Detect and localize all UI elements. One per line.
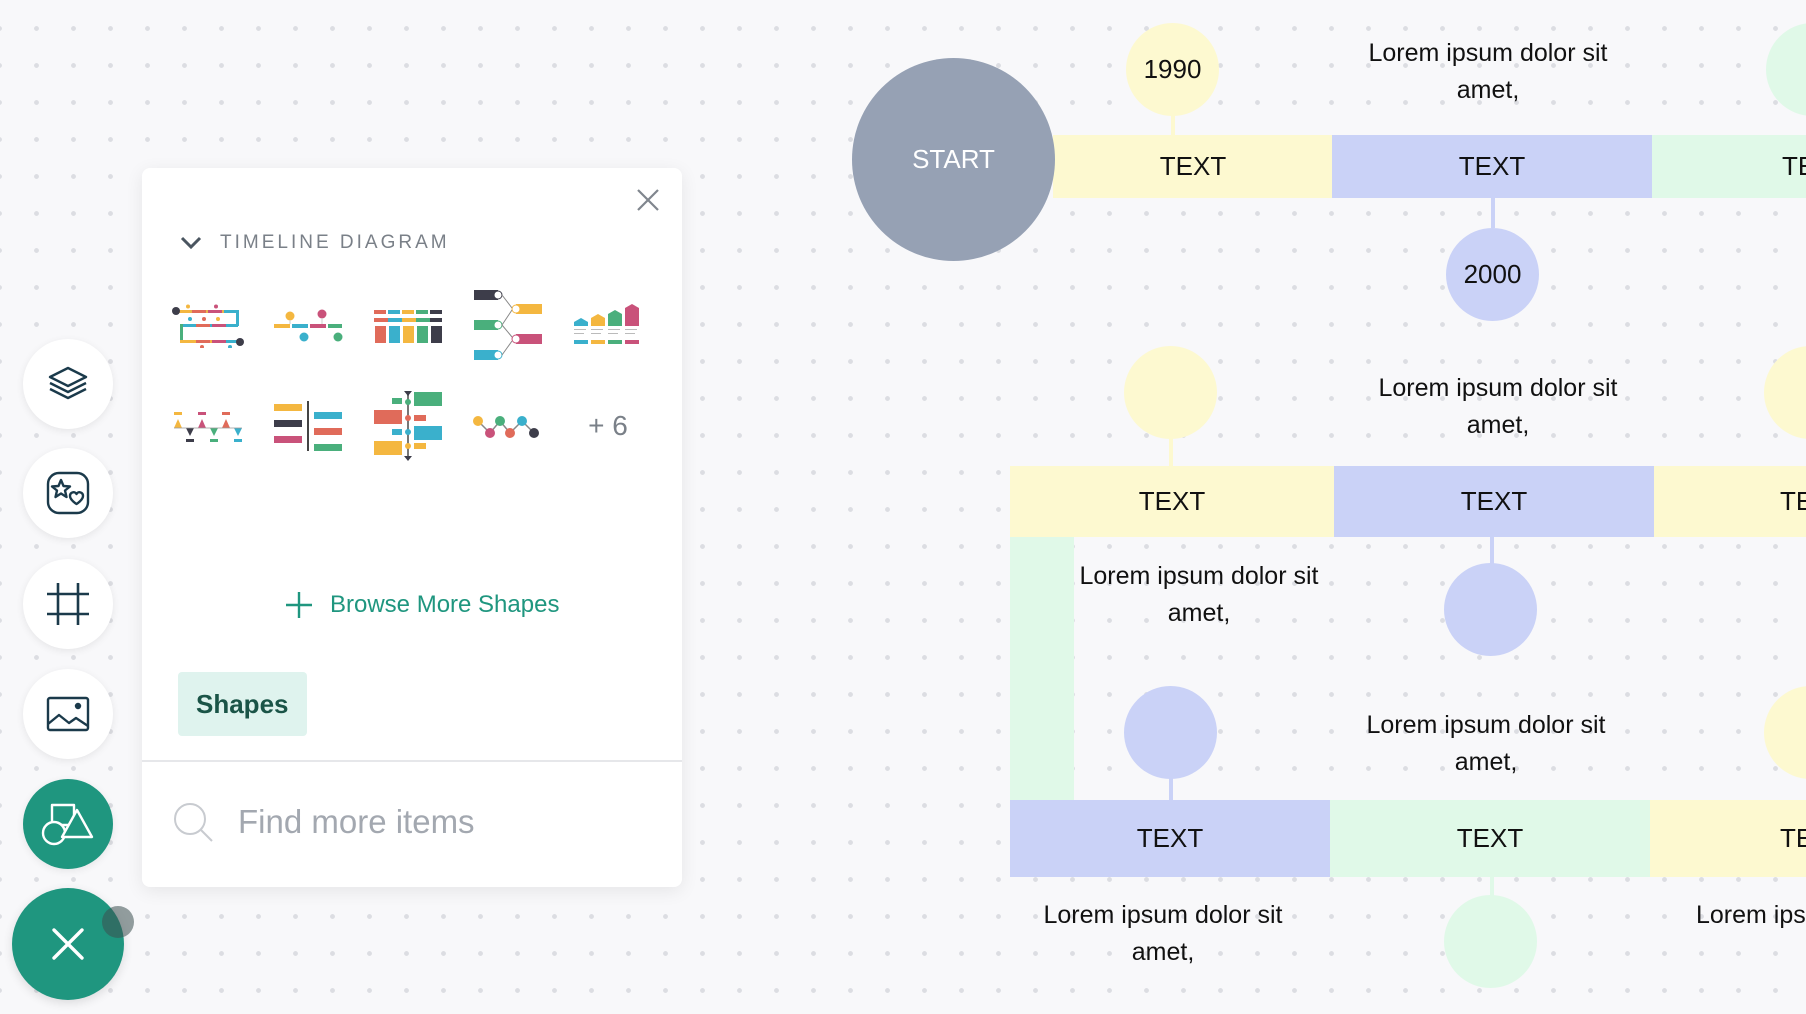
- bar-label: TE: [1780, 823, 1806, 853]
- year-circle-2000[interactable]: 2000: [1446, 228, 1539, 321]
- template-thumbnail[interactable]: [370, 288, 446, 364]
- year-circle-1990[interactable]: 1990: [1126, 23, 1219, 116]
- shapes-panel: TIMELINE DIAGRAM + 6 Browse More Shapes …: [142, 168, 682, 887]
- template-thumbnail[interactable]: [370, 380, 446, 472]
- layers-icon: [48, 366, 88, 400]
- browse-label: Browse More Shapes: [330, 591, 560, 618]
- row3-bar-2[interactable]: TEXT: [1330, 800, 1650, 877]
- template-thumbnail[interactable]: [570, 288, 646, 364]
- close-menu-button[interactable]: [12, 888, 124, 1000]
- vertical-timeline-icon: [374, 391, 442, 461]
- vertical-split-timeline-icon: [274, 401, 342, 451]
- close-panel-button[interactable]: [634, 186, 662, 214]
- template-thumbnail[interactable]: [170, 388, 246, 464]
- horizontal-timeline-icon: [274, 309, 343, 342]
- section-title: TIMELINE DIAGRAM: [220, 232, 450, 253]
- bar-timeline-icon: [574, 304, 639, 344]
- close-icon: [637, 189, 659, 211]
- timeline-circle[interactable]: [1124, 346, 1217, 439]
- connector: [1169, 438, 1173, 467]
- start-circle[interactable]: START: [852, 58, 1055, 261]
- description-text[interactable]: Lorem ipsum dolor sit amet,: [1338, 35, 1638, 109]
- frame-button[interactable]: [23, 559, 113, 649]
- row1-bar-1[interactable]: TEXT: [1053, 135, 1333, 198]
- row2-bar-1[interactable]: TEXT: [1010, 466, 1334, 537]
- connector: [1169, 778, 1173, 800]
- shapes-button[interactable]: [23, 779, 113, 869]
- template-thumbnail[interactable]: [270, 288, 346, 364]
- description-text: Lorem ips a: [1696, 901, 1806, 929]
- year-label: 2000: [1463, 259, 1522, 289]
- column-timeline-icon: [374, 310, 442, 343]
- bar-label: TEXT: [1136, 823, 1204, 853]
- bar-label: TE: [1782, 151, 1806, 181]
- shapes-icon: [41, 803, 94, 846]
- browse-more-shapes-link[interactable]: Browse More Shapes: [284, 590, 559, 620]
- branch-timeline-icon: [474, 290, 542, 360]
- connector: [1490, 537, 1494, 565]
- start-label: START: [912, 144, 995, 174]
- timeline-circle[interactable]: [1124, 686, 1217, 779]
- description-text[interactable]: Lorem ipsum dolor sit amet,: [1013, 897, 1313, 971]
- favorites-button[interactable]: [23, 448, 113, 538]
- plus-icon: [286, 592, 312, 618]
- close-icon: [52, 928, 84, 960]
- row1-bar-3[interactable]: TE: [1652, 135, 1806, 198]
- layers-button[interactable]: [23, 339, 113, 429]
- timeline-circle[interactable]: [1444, 563, 1537, 656]
- serpentine-timeline-icon: [172, 304, 244, 348]
- bar-label: TEXT: [1138, 486, 1206, 516]
- search-icon: [174, 803, 213, 842]
- bar-label: TE: [1780, 486, 1806, 516]
- year-label: 1990: [1143, 54, 1202, 84]
- description-text-clipped[interactable]: Lorem ips a: [1696, 897, 1806, 934]
- bar-label: TEXT: [1456, 823, 1524, 853]
- timeline-circle[interactable]: [1444, 895, 1537, 988]
- wave-timeline-icon: [473, 416, 539, 438]
- row3-bar-3[interactable]: TE: [1650, 800, 1806, 877]
- row1-bar-2[interactable]: TEXT: [1332, 135, 1652, 198]
- more-templates-button[interactable]: + 6: [570, 388, 646, 464]
- description-text[interactable]: Lorem ipsum dolor sit amet,: [1336, 707, 1636, 781]
- connector: [1491, 198, 1495, 228]
- template-thumbnail[interactable]: [270, 388, 346, 464]
- image-button[interactable]: [23, 669, 113, 759]
- row2-bar-2[interactable]: TEXT: [1334, 466, 1654, 537]
- star-heart-icon: [46, 471, 90, 515]
- image-icon: [46, 696, 90, 732]
- template-thumbnail[interactable]: [470, 388, 546, 464]
- bar-label: TEXT: [1460, 486, 1528, 516]
- bar-label: TEXT: [1159, 151, 1227, 181]
- description-text[interactable]: Lorem ipsum dolor sit amet,: [1348, 370, 1648, 444]
- chevron-down-icon: [180, 236, 202, 250]
- description-text[interactable]: Lorem ipsum dolor sit amet,: [1049, 558, 1349, 632]
- search-input[interactable]: [236, 802, 640, 842]
- frame-icon: [47, 583, 89, 625]
- row2-bar-3[interactable]: TE: [1654, 466, 1806, 537]
- bar-label: TEXT: [1458, 151, 1526, 181]
- search-bar: [172, 792, 652, 852]
- divider: [142, 760, 682, 762]
- connector: [1490, 877, 1494, 897]
- template-thumbnail[interactable]: [470, 280, 546, 372]
- section-header-timeline[interactable]: TIMELINE DIAGRAM: [180, 232, 450, 254]
- triangle-timeline-icon: [174, 412, 242, 442]
- shapes-chip[interactable]: Shapes: [178, 672, 307, 736]
- template-thumbnail[interactable]: [170, 288, 246, 364]
- drag-handle[interactable]: [102, 906, 134, 938]
- row3-bar-1[interactable]: TEXT: [1010, 800, 1330, 877]
